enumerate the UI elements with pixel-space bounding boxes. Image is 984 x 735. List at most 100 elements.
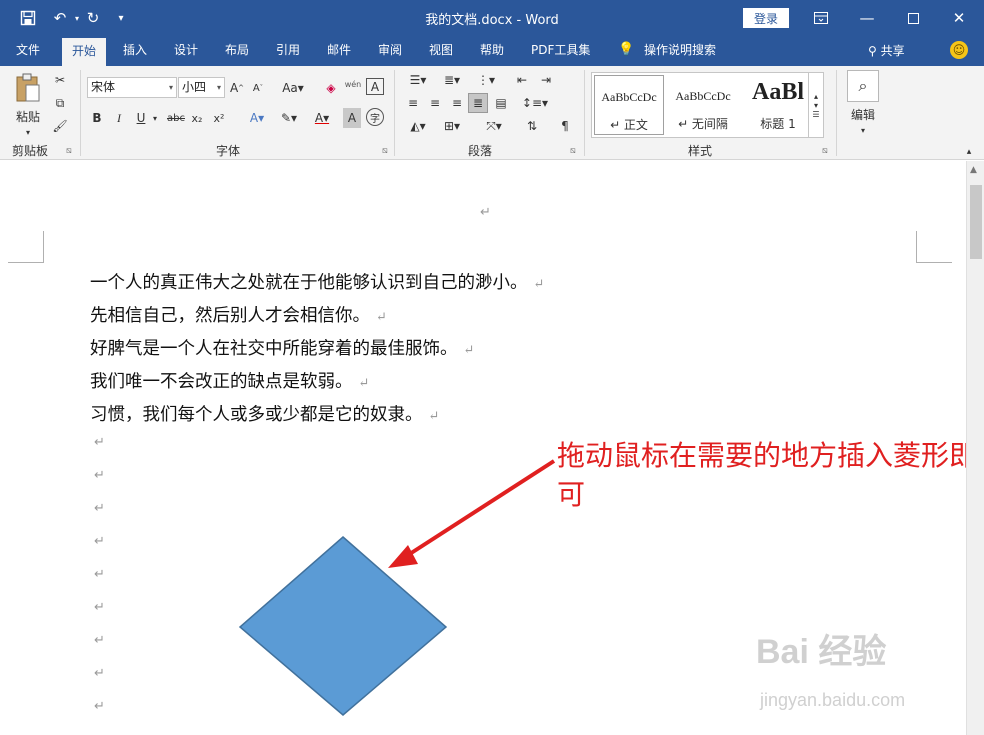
tab-view[interactable]: 视图 bbox=[425, 36, 457, 66]
underline-dropdown-icon[interactable]: ▾ bbox=[149, 108, 161, 128]
numbering-icon[interactable]: ≣▾ bbox=[438, 70, 466, 90]
distributed-icon[interactable]: ▤ bbox=[492, 93, 510, 113]
line-spacing-icon[interactable]: ↕≡▾ bbox=[520, 93, 550, 113]
close-button[interactable]: ✕ bbox=[936, 0, 982, 36]
superscript-icon[interactable]: x² bbox=[211, 108, 227, 128]
annotation-arrow-head bbox=[388, 545, 418, 568]
font-launcher-icon[interactable]: ⧅ bbox=[382, 146, 388, 156]
paragraph-launcher-icon[interactable]: ⧅ bbox=[570, 146, 576, 156]
cut-icon[interactable]: ✂ bbox=[51, 70, 69, 90]
asian-layout-icon[interactable]: ⤧▾ bbox=[480, 116, 508, 136]
style-no-spacing[interactable]: AaBbCcDc ↵ 无间隔 bbox=[668, 75, 738, 135]
tab-mailings[interactable]: 邮件 bbox=[323, 36, 355, 66]
collapse-ribbon-icon[interactable]: ▴ bbox=[962, 146, 976, 158]
group-separator bbox=[836, 70, 837, 156]
justify-icon[interactable]: ≣ bbox=[468, 93, 488, 113]
watermark-logo: Bai 经验 bbox=[756, 633, 887, 671]
align-center-icon[interactable]: ≡ bbox=[426, 93, 444, 113]
format-painter-icon[interactable]: 🖌 bbox=[51, 116, 69, 136]
more-styles-icon[interactable]: ☰ bbox=[812, 110, 819, 119]
paragraph-group-label: 段落 bbox=[467, 144, 492, 158]
annotation-arrow-line bbox=[403, 459, 556, 559]
tab-home[interactable]: 开始 bbox=[62, 38, 106, 66]
maximize-button[interactable] bbox=[890, 0, 936, 36]
copy-icon[interactable]: ⧉ bbox=[51, 93, 69, 113]
feedback-smiley-icon[interactable]: ☺ bbox=[950, 41, 968, 59]
clipboard-launcher-icon[interactable]: ⧅ bbox=[66, 146, 72, 156]
editing-dropdown-icon[interactable]: ▾ bbox=[855, 120, 871, 140]
scrollbar-thumb[interactable] bbox=[970, 185, 982, 259]
styles-launcher-icon[interactable]: ⧅ bbox=[822, 146, 828, 156]
enclose-characters-icon[interactable]: 字 bbox=[366, 108, 384, 126]
style-preview: AaBl bbox=[751, 79, 804, 105]
font-size-box[interactable]: 小四 ▾ bbox=[178, 77, 225, 98]
font-name-box[interactable]: 宋体 ▾ bbox=[87, 77, 177, 98]
person-icon: ⚲ bbox=[868, 44, 881, 58]
borders-icon[interactable]: ⊞▾ bbox=[438, 116, 466, 136]
annotation-callout: 拖动鼠标在需要的地方插入菱形即可 bbox=[557, 439, 978, 511]
style-heading-1[interactable]: AaBl 标题 1 bbox=[742, 75, 814, 135]
lightbulb-icon: 💡 bbox=[618, 42, 635, 57]
bullets-icon[interactable]: ☰▾ bbox=[404, 70, 432, 90]
bold-icon[interactable]: B bbox=[89, 108, 105, 128]
find-icon[interactable]: ⌕ bbox=[847, 70, 879, 102]
tab-layout[interactable]: 布局 bbox=[221, 36, 253, 66]
group-separator bbox=[80, 70, 81, 156]
tab-insert[interactable]: 插入 bbox=[119, 36, 151, 66]
styles-scroll[interactable]: ▴ ▾ ☰ bbox=[808, 72, 824, 138]
shrink-font-icon[interactable]: Aˇ bbox=[250, 78, 266, 98]
share-button[interactable]: ⚲ 共享 bbox=[868, 42, 905, 59]
title-bar: ↶ ▾ ↻ ▾ 我的文档.docx - Word 登录 — ✕ bbox=[0, 0, 984, 36]
character-shading-icon[interactable]: A bbox=[343, 108, 361, 128]
grow-font-icon[interactable]: A ^ bbox=[229, 78, 245, 98]
vertical-scrollbar[interactable]: ▲ bbox=[966, 161, 984, 735]
tab-references[interactable]: 引用 bbox=[272, 36, 304, 66]
tab-review[interactable]: 审阅 bbox=[374, 36, 406, 66]
decrease-indent-icon[interactable]: ⇤ bbox=[512, 70, 532, 90]
chevron-down-icon[interactable]: ▾ bbox=[814, 101, 818, 110]
chevron-down-icon: ▾ bbox=[216, 83, 221, 92]
italic-icon[interactable]: I bbox=[111, 108, 127, 128]
ribbon-display-options-icon[interactable] bbox=[798, 0, 844, 36]
tab-help[interactable]: 帮助 bbox=[476, 36, 508, 66]
align-right-icon[interactable]: ≡ bbox=[448, 93, 466, 113]
ribbon-home: 粘贴 ▾ ✂ ⧉ 🖌 剪贴板 ⧅ 宋体 ▾ 小四 ▾ A ^ Aˇ Aa▾ ◈ wén… bbox=[0, 66, 984, 160]
clear-formatting-icon[interactable]: ◈ bbox=[322, 78, 340, 98]
multilevel-list-icon[interactable]: ⋮▾ bbox=[472, 70, 500, 90]
underline-icon[interactable]: U bbox=[133, 108, 149, 128]
tell-me-search[interactable]: 操作说明搜索 bbox=[640, 36, 720, 66]
phonetic-guide-text: wén bbox=[344, 79, 362, 89]
increase-indent-icon[interactable]: ⇥ bbox=[536, 70, 556, 90]
highlight-icon[interactable]: ✎▾ bbox=[275, 108, 303, 128]
style-name: ↵ 无间隔 bbox=[678, 117, 728, 131]
align-left-icon[interactable]: ≡ bbox=[404, 93, 422, 113]
style-name: ↵ 正文 bbox=[610, 118, 648, 132]
save-icon[interactable] bbox=[17, 8, 39, 28]
redo-icon[interactable]: ↻ bbox=[82, 8, 104, 28]
sort-icon[interactable]: ⇅ bbox=[522, 116, 542, 136]
style-normal[interactable]: AaBbCcDc ↵ 正文 bbox=[594, 75, 664, 135]
phonetic-guide-icon[interactable]: wén bbox=[343, 74, 363, 94]
strikethrough-icon[interactable]: abc bbox=[166, 108, 186, 128]
font-group-label: 字体 bbox=[215, 144, 240, 158]
styles-group-label: 样式 bbox=[687, 144, 712, 158]
customize-qat-icon[interactable]: ▾ bbox=[110, 8, 132, 28]
font-color-icon[interactable]: A▾ bbox=[310, 108, 334, 128]
shading-icon[interactable]: ◭▾ bbox=[404, 116, 432, 136]
show-marks-icon[interactable]: ¶ bbox=[556, 116, 574, 136]
font-size-value: 小四 bbox=[182, 80, 207, 94]
minimize-button[interactable]: — bbox=[844, 0, 890, 36]
chevron-up-icon[interactable]: ▴ bbox=[814, 92, 818, 101]
paste-dropdown-icon[interactable]: ▾ bbox=[20, 122, 36, 142]
tab-design[interactable]: 设计 bbox=[170, 36, 202, 66]
tab-pdf-tools[interactable]: PDF工具集 bbox=[527, 36, 594, 66]
subscript-icon[interactable]: x₂ bbox=[189, 108, 205, 128]
paste-icon[interactable] bbox=[14, 72, 42, 104]
group-separator bbox=[394, 70, 395, 156]
tab-file[interactable]: 文件 bbox=[12, 36, 44, 66]
scroll-up-icon[interactable]: ▲ bbox=[970, 165, 977, 175]
text-effects-icon[interactable]: A▾ bbox=[244, 108, 270, 128]
login-button[interactable]: 登录 bbox=[743, 8, 789, 28]
change-case-icon[interactable]: Aa▾ bbox=[278, 78, 308, 98]
character-border-icon[interactable]: A bbox=[366, 78, 384, 95]
